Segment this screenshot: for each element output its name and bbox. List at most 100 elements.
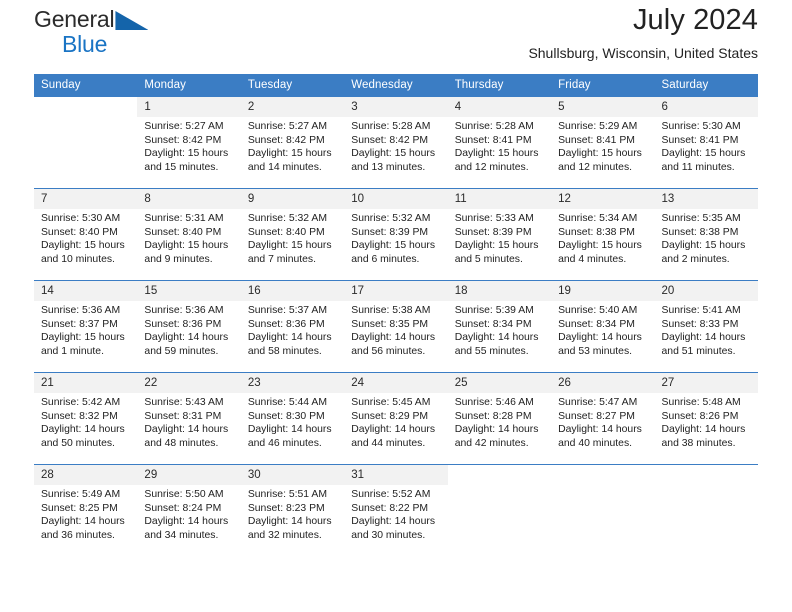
day-cell-content[interactable]: 3 Sunrise: 5:28 AM Sunset: 8:42 PM Daylight… [344,97,448,174]
day-cell-content[interactable]: 22 Sunrise: 5:43 AM Sunset: 8:31 PM Dayligh… [137,373,241,450]
sunset-text: Sunset: 8:41 PM [454,134,532,146]
title-block: July 2024 Shullsburg, Wisconsin, United … [528,0,758,63]
day-cell: 7 Sunrise: 5:30 AM Sunset: 8:40 PM Daylight… [34,188,138,266]
day-number: 28 [34,465,138,485]
day-cell-content [447,465,552,542]
daylight-text-line1: Daylight: 15 hours [558,240,642,251]
day-number: 4 [447,97,552,117]
weekday-header-sunday: Sunday [34,74,138,97]
daylight-text-line2: and 40 minutes. [558,437,633,449]
daylight-text-line1: Daylight: 14 hours [661,332,746,343]
day-cell-content[interactable]: 10 Sunrise: 5:32 AM Sunset: 8:39 PM Dayligh… [344,189,448,266]
day-number: 30 [240,465,345,485]
general-blue-logo[interactable]: General Blue [34,0,149,56]
daylight-text-line1: Daylight: 14 hours [351,424,436,435]
day-cell-content[interactable]: 26 Sunrise: 5:47 AM Sunset: 8:27 PM Dayligh… [551,373,655,450]
day-cell-content[interactable]: 4 Sunrise: 5:28 AM Sunset: 8:41 PM Daylight… [447,97,552,174]
day-cell [654,464,758,542]
daylight-text-line2: and 55 minutes. [454,345,529,357]
day-cell-content [654,465,758,542]
day-details: Sunrise: 5:31 AM Sunset: 8:40 PM Daylight:… [137,209,240,266]
day-cell-content[interactable]: 19 Sunrise: 5:40 AM Sunset: 8:34 PM Dayligh… [551,281,655,358]
sunset-text: Sunset: 8:36 PM [144,318,222,330]
day-cell-content[interactable]: 15 Sunrise: 5:36 AM Sunset: 8:36 PM Dayligh… [137,281,241,358]
day-details: Sunrise: 5:43 AM Sunset: 8:31 PM Daylight:… [137,393,240,450]
sunset-text: Sunset: 8:25 PM [41,502,118,514]
daylight-text-line2: and 15 minutes. [144,161,219,173]
calendar-header-row: Sunday Monday Tuesday Wednesday Thursday… [34,74,758,97]
daylight-text-line1: Daylight: 15 hours [247,240,332,251]
day-cell: 29 Sunrise: 5:50 AM Sunset: 8:24 PM Dayligh… [137,464,241,542]
day-cell-content[interactable]: 7 Sunrise: 5:30 AM Sunset: 8:40 PM Daylight… [34,189,138,266]
page-subtitle: Shullsburg, Wisconsin, United States [528,45,758,61]
day-number: 7 [34,189,138,209]
day-details: Sunrise: 5:28 AM Sunset: 8:41 PM Daylight:… [448,117,551,174]
calendar-week-row: 21 Sunrise: 5:42 AM Sunset: 8:32 PM Dayligh… [34,372,758,450]
day-cell: 20 Sunrise: 5:41 AM Sunset: 8:33 PM Dayligh… [654,280,758,358]
sunset-text: Sunset: 8:31 PM [144,410,222,422]
day-cell-content[interactable]: 28 Sunrise: 5:49 AM Sunset: 8:25 PM Dayligh… [34,465,138,542]
day-cell-content[interactable]: 27 Sunrise: 5:48 AM Sunset: 8:26 PM Dayligh… [654,373,758,450]
day-cell [447,464,552,542]
day-number: 24 [344,373,448,393]
day-cell-content [551,465,655,542]
day-details: Sunrise: 5:50 AM Sunset: 8:24 PM Daylight:… [137,485,240,542]
day-details: Sunrise: 5:34 AM Sunset: 8:38 PM Daylight:… [551,209,654,266]
day-cell-content[interactable]: 29 Sunrise: 5:50 AM Sunset: 8:24 PM Dayligh… [137,465,241,542]
daylight-text-line1: Daylight: 14 hours [41,516,125,527]
sunrise-text: Sunrise: 5:31 AM [144,213,224,224]
daylight-text-line2: and 12 minutes. [558,161,633,173]
day-cell-content[interactable]: 11 Sunrise: 5:33 AM Sunset: 8:39 PM Dayligh… [447,189,552,266]
daylight-text-line2: and 50 minutes. [41,437,115,449]
sunset-text: Sunset: 8:38 PM [558,226,635,238]
day-details: Sunrise: 5:44 AM Sunset: 8:30 PM Daylight:… [241,393,344,450]
sunrise-text: Sunrise: 5:45 AM [351,397,431,408]
daylight-text-line1: Daylight: 14 hours [144,332,229,343]
day-cell-content[interactable]: 23 Sunrise: 5:44 AM Sunset: 8:30 PM Dayligh… [240,373,345,450]
day-details: Sunrise: 5:29 AM Sunset: 8:41 PM Daylight:… [551,117,654,174]
day-cell-content[interactable]: 25 Sunrise: 5:46 AM Sunset: 8:28 PM Dayligh… [447,373,552,450]
day-details: Sunrise: 5:38 AM Sunset: 8:35 PM Daylight:… [344,301,447,358]
day-details: Sunrise: 5:48 AM Sunset: 8:26 PM Daylight:… [655,393,758,450]
day-cell-content[interactable]: 16 Sunrise: 5:37 AM Sunset: 8:36 PM Dayligh… [240,281,345,358]
day-cell-content[interactable]: 2 Sunrise: 5:27 AM Sunset: 8:42 PM Daylight… [240,97,345,174]
daylight-text-line2: and 2 minutes. [661,253,730,265]
day-cell: 24 Sunrise: 5:45 AM Sunset: 8:29 PM Dayligh… [344,372,448,450]
daylight-text-line1: Daylight: 15 hours [247,148,332,159]
daylight-text-line2: and 7 minutes. [247,253,317,265]
day-cell: 14 Sunrise: 5:36 AM Sunset: 8:37 PM Dayligh… [34,280,138,358]
day-cell-content[interactable]: 1 Sunrise: 5:27 AM Sunset: 8:42 PM Daylight… [137,97,241,174]
day-cell-content[interactable]: 17 Sunrise: 5:38 AM Sunset: 8:35 PM Dayligh… [344,281,448,358]
day-cell-content[interactable]: 20 Sunrise: 5:41 AM Sunset: 8:33 PM Dayligh… [654,281,758,358]
day-number: 26 [551,373,655,393]
day-cell-content[interactable]: 9 Sunrise: 5:32 AM Sunset: 8:40 PM Daylight… [240,189,345,266]
daylight-text-line1: Daylight: 15 hours [41,240,125,251]
daylight-text-line1: Daylight: 14 hours [454,332,539,343]
day-cell-content[interactable]: 14 Sunrise: 5:36 AM Sunset: 8:37 PM Dayligh… [34,281,138,358]
day-cell-content[interactable]: 18 Sunrise: 5:39 AM Sunset: 8:34 PM Dayligh… [447,281,552,358]
day-cell-content[interactable]: 5 Sunrise: 5:29 AM Sunset: 8:41 PM Daylight… [551,97,655,174]
day-cell-content[interactable]: 12 Sunrise: 5:34 AM Sunset: 8:38 PM Dayligh… [551,189,655,266]
day-cell-content[interactable]: 30 Sunrise: 5:51 AM Sunset: 8:23 PM Dayligh… [240,465,345,542]
sunset-text: Sunset: 8:40 PM [41,226,118,238]
day-details: Sunrise: 5:40 AM Sunset: 8:34 PM Daylight:… [551,301,654,358]
day-cell-content[interactable]: 21 Sunrise: 5:42 AM Sunset: 8:32 PM Dayligh… [34,373,138,450]
week-spacer [34,266,758,281]
day-cell-content[interactable]: 8 Sunrise: 5:31 AM Sunset: 8:40 PM Daylight… [137,189,241,266]
day-cell-content[interactable]: 31 Sunrise: 5:52 AM Sunset: 8:22 PM Dayligh… [344,465,448,542]
day-cell-content[interactable]: 6 Sunrise: 5:30 AM Sunset: 8:41 PM Daylight… [654,97,758,174]
day-number: 16 [240,281,345,301]
daylight-text-line2: and 46 minutes. [247,437,322,449]
day-cell: 8 Sunrise: 5:31 AM Sunset: 8:40 PM Daylight… [137,188,241,266]
sunset-text: Sunset: 8:27 PM [558,410,635,422]
calendar-week-row: 1 Sunrise: 5:27 AM Sunset: 8:42 PM Daylight… [34,96,758,174]
daylight-text-line2: and 4 minutes. [558,253,627,265]
daylight-text-line1: Daylight: 15 hours [144,240,229,251]
day-details: Sunrise: 5:47 AM Sunset: 8:27 PM Daylight:… [551,393,654,450]
day-cell-content[interactable]: 24 Sunrise: 5:45 AM Sunset: 8:29 PM Dayligh… [344,373,448,450]
sunrise-text: Sunrise: 5:40 AM [558,305,638,316]
day-details: Sunrise: 5:51 AM Sunset: 8:23 PM Daylight:… [241,485,344,542]
daylight-text-line2: and 36 minutes. [41,529,115,541]
sunset-text: Sunset: 8:39 PM [351,226,429,238]
day-cell-content[interactable]: 13 Sunrise: 5:35 AM Sunset: 8:38 PM Dayligh… [654,189,758,266]
